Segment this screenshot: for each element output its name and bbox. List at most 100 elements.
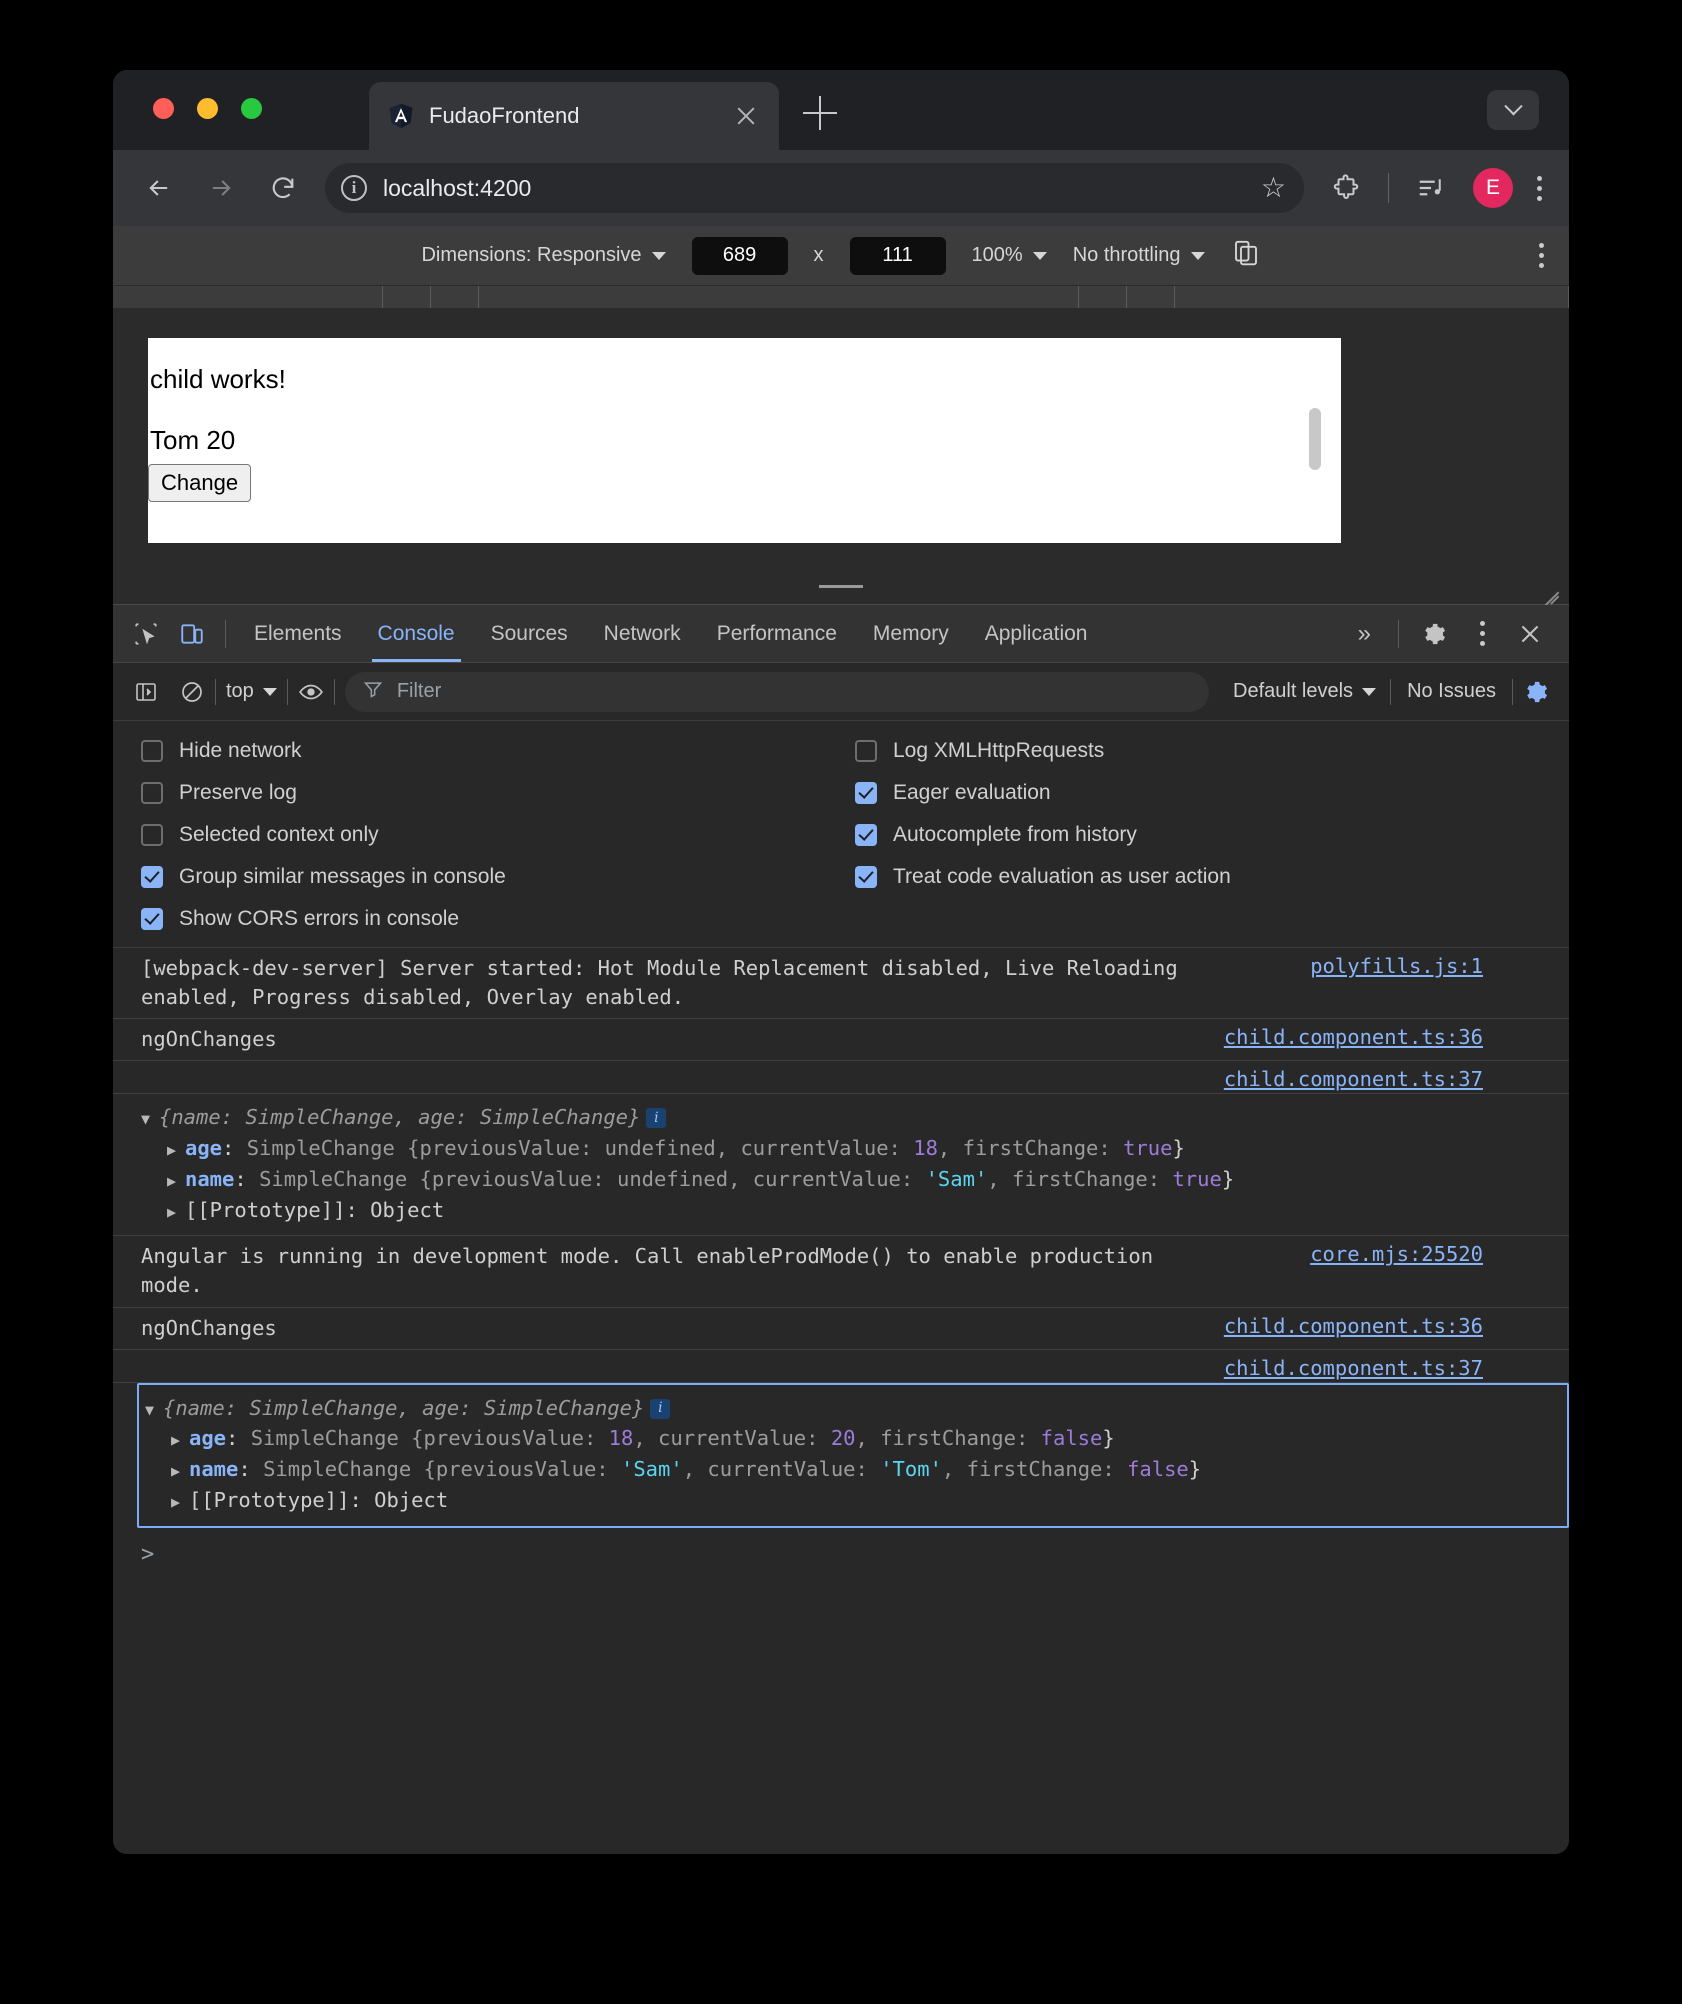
console-sidebar-icon[interactable] (123, 669, 169, 715)
tab-sources[interactable]: Sources (473, 606, 586, 662)
checkbox[interactable] (141, 782, 163, 804)
setting-group-similar-messages[interactable]: Group similar messages in console (141, 865, 855, 889)
console-output[interactable]: [webpack-dev-server] Server started: Hot… (113, 948, 1569, 1854)
device-more-options-icon[interactable] (1537, 243, 1545, 268)
info-badge-icon[interactable]: i (650, 1399, 670, 1419)
console-message[interactable]: ngOnChanges child.component.ts:36 (113, 1308, 1569, 1350)
console-message[interactable]: [webpack-dev-server] Server started: Hot… (113, 948, 1569, 1019)
triangle-right-icon[interactable]: ▶ (167, 1139, 185, 1162)
zoom-dropdown[interactable]: 100% (972, 244, 1047, 267)
filter-input[interactable]: Filter (345, 672, 1209, 712)
checkbox[interactable] (855, 824, 877, 846)
address-bar[interactable]: i localhost:4200 ☆ (325, 163, 1304, 213)
source-link[interactable]: child.component.ts:37 (1224, 1067, 1483, 1091)
object-prototype-row[interactable]: ▶[[Prototype]]: Object (141, 1195, 1569, 1226)
clear-console-icon[interactable] (169, 669, 215, 715)
gear-icon[interactable] (1411, 611, 1457, 657)
issues-button[interactable]: No Issues (1391, 680, 1512, 703)
setting-hide-network[interactable]: Hide network (141, 739, 855, 763)
source-link[interactable]: core.mjs:25520 (1310, 1242, 1483, 1266)
console-message[interactable]: child.component.ts:37 (113, 1061, 1569, 1094)
console-prompt[interactable]: > (113, 1528, 1569, 1567)
checkbox[interactable] (141, 866, 163, 888)
setting-show-cors-errors[interactable]: Show CORS errors in console (141, 907, 855, 931)
viewport-width-input[interactable]: 689 (692, 237, 788, 275)
media-control-icon[interactable] (1411, 168, 1451, 208)
info-badge-icon[interactable]: i (646, 1108, 666, 1128)
object-prototype-row[interactable]: ▶[[Prototype]]: Object (145, 1485, 1567, 1516)
console-settings-gear-icon[interactable] (1513, 669, 1559, 715)
checkbox[interactable] (141, 740, 163, 762)
maximize-window-button[interactable] (241, 98, 262, 119)
console-object-group-selected[interactable]: ▼{name: SimpleChange, age: SimpleChange}… (137, 1383, 1569, 1528)
tab-console[interactable]: Console (360, 606, 473, 662)
checkbox[interactable] (855, 782, 877, 804)
object-property-row[interactable]: ▶name: SimpleChange {previousValue: unde… (141, 1164, 1569, 1195)
object-property-row[interactable]: ▶age: SimpleChange {previousValue: 18, c… (145, 1423, 1567, 1454)
triangle-right-icon[interactable]: ▶ (171, 1491, 189, 1514)
kebab-menu-icon[interactable] (1535, 176, 1543, 201)
setting-eager-evaluation[interactable]: Eager evaluation (855, 781, 1569, 805)
object-property-row[interactable]: ▶age: SimpleChange {previousValue: undef… (141, 1133, 1569, 1164)
more-tabs-icon[interactable]: » (1340, 606, 1386, 662)
chevron-down-icon[interactable] (1487, 90, 1539, 130)
back-arrow-icon[interactable] (139, 168, 179, 208)
minimize-window-button[interactable] (197, 98, 218, 119)
source-link[interactable]: polyfills.js:1 (1310, 954, 1483, 978)
inspect-element-icon[interactable] (123, 611, 169, 657)
triangle-right-icon[interactable]: ▶ (171, 1460, 189, 1483)
log-levels-dropdown[interactable]: Default levels (1219, 680, 1390, 703)
object-header-row[interactable]: ▼{name: SimpleChange, age: SimpleChange}… (141, 1102, 1569, 1133)
checkbox[interactable] (141, 824, 163, 846)
checkbox[interactable] (855, 740, 877, 762)
tab-memory[interactable]: Memory (855, 606, 967, 662)
forward-arrow-icon[interactable] (201, 168, 241, 208)
tab-elements[interactable]: Elements (236, 606, 360, 662)
triangle-right-icon[interactable]: ▶ (171, 1429, 189, 1452)
checkbox[interactable] (141, 908, 163, 930)
source-link[interactable]: child.component.ts:36 (1224, 1314, 1483, 1338)
console-message[interactable]: child.component.ts:37 (113, 1350, 1569, 1383)
triangle-right-icon[interactable]: ▶ (167, 1170, 185, 1193)
setting-log-xmlhttprequests[interactable]: Log XMLHttpRequests (855, 739, 1569, 763)
rotate-icon[interactable] (1231, 238, 1261, 273)
execution-context-dropdown[interactable]: top (216, 680, 287, 703)
triangle-down-icon[interactable]: ▼ (141, 1108, 159, 1131)
eye-icon[interactable] (288, 669, 334, 715)
viewport-resize-handle[interactable] (113, 582, 1569, 592)
console-message[interactable]: ngOnChanges child.component.ts:36 (113, 1019, 1569, 1061)
viewport-corner-resize-icon[interactable] (1537, 574, 1559, 596)
info-icon[interactable]: i (341, 175, 367, 201)
source-link[interactable]: child.component.ts:37 (1224, 1356, 1483, 1380)
setting-preserve-log[interactable]: Preserve log (141, 781, 855, 805)
reload-icon[interactable] (263, 168, 303, 208)
console-object-group[interactable]: ▼{name: SimpleChange, age: SimpleChange}… (113, 1094, 1569, 1236)
tab-performance[interactable]: Performance (699, 606, 855, 662)
kebab-menu-icon[interactable] (1459, 611, 1505, 657)
setting-autocomplete-from-history[interactable]: Autocomplete from history (855, 823, 1569, 847)
page-scrollbar[interactable] (1309, 408, 1321, 470)
change-button[interactable]: Change (148, 464, 251, 502)
viewport-height-input[interactable]: 111 (850, 237, 946, 275)
device-preset-dropdown[interactable]: Dimensions: Responsive (421, 244, 665, 267)
close-window-button[interactable] (153, 98, 174, 119)
object-header-row[interactable]: ▼{name: SimpleChange, age: SimpleChange}… (145, 1393, 1567, 1424)
puzzle-icon[interactable] (1326, 168, 1366, 208)
tab-application[interactable]: Application (967, 606, 1106, 662)
setting-treat-code-evaluation-as-user-action[interactable]: Treat code evaluation as user action (855, 865, 1569, 889)
device-toolbar-icon[interactable] (169, 611, 215, 657)
close-icon[interactable] (1507, 611, 1553, 657)
throttling-dropdown[interactable]: No throttling (1073, 244, 1205, 267)
avatar[interactable]: E (1473, 168, 1513, 208)
object-property-row[interactable]: ▶name: SimpleChange {previousValue: 'Sam… (145, 1454, 1567, 1485)
triangle-right-icon[interactable]: ▶ (167, 1201, 185, 1224)
setting-selected-context-only[interactable]: Selected context only (141, 823, 855, 847)
browser-tab[interactable]: FudaoFrontend (369, 82, 779, 150)
new-tab-icon[interactable] (803, 96, 837, 130)
star-icon[interactable]: ☆ (1261, 174, 1286, 202)
triangle-down-icon[interactable]: ▼ (145, 1399, 163, 1422)
checkbox[interactable] (855, 866, 877, 888)
tab-network[interactable]: Network (586, 606, 699, 662)
source-link[interactable]: child.component.ts:36 (1224, 1025, 1483, 1049)
close-icon[interactable] (731, 101, 761, 131)
